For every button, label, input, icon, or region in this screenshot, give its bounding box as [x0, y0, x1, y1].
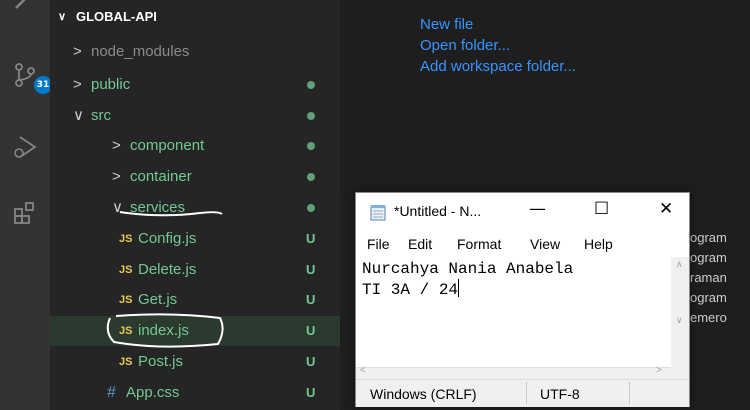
add-workspace-folder-link[interactable]: Add workspace folder... [420, 56, 576, 77]
open-folder-link[interactable]: Open folder... [420, 35, 576, 56]
scroll-left-icon[interactable]: < [360, 365, 366, 376]
text-line: TI 3A / 24 [362, 281, 459, 299]
tree-item-label: container [130, 168, 192, 185]
chevron-right-icon: > [112, 168, 121, 185]
activity-bar: 31 [0, 0, 52, 410]
tree-item-post-js[interactable]: JS Post.js U [50, 347, 340, 377]
tree-item-label: services [130, 199, 186, 216]
untracked-status: U [306, 354, 316, 369]
maximize-button[interactable]: ☐ [594, 199, 609, 219]
modified-indicator [307, 142, 315, 150]
welcome-start-links: New file Open folder... Add workspace fo… [420, 14, 576, 77]
menu-help[interactable]: Help [584, 236, 613, 252]
run-debug-icon[interactable] [12, 134, 38, 160]
js-file-icon: JS [119, 264, 133, 276]
scroll-up-icon[interactable]: ∧ [676, 259, 683, 270]
js-file-icon: JS [119, 325, 133, 337]
chevron-right-icon: > [112, 137, 121, 154]
notepad-app-icon [370, 205, 386, 221]
status-divider [526, 382, 527, 404]
menu-format[interactable]: Format [457, 236, 501, 252]
text-line-with-caret: TI 3A / 24 [362, 279, 460, 300]
menu-view[interactable]: View [530, 236, 560, 252]
modified-indicator [307, 112, 315, 120]
tree-item-index-js[interactable]: JS index.js U [50, 316, 340, 346]
notepad-text-area[interactable]: Nurcahya Nania Anabela TI 3A / 24 [356, 257, 671, 367]
tree-item-src[interactable]: ∨ src [50, 101, 340, 131]
untracked-status: U [306, 262, 316, 277]
line-ending-status: Windows (CRLF) [370, 386, 477, 402]
new-file-link[interactable]: New file [420, 14, 576, 35]
css-file-icon: # [107, 384, 116, 401]
tree-item-label: Config.js [138, 230, 197, 247]
status-divider [629, 382, 630, 404]
menu-file[interactable]: File [367, 236, 390, 252]
background-text-line: raman [690, 270, 727, 285]
minimize-button[interactable]: — [529, 199, 546, 219]
tree-item-label: Get.js [138, 291, 178, 308]
notepad-title: *Untitled - N... [394, 203, 482, 219]
tree-item-get-js[interactable]: JS Get.js U [50, 285, 340, 315]
close-button[interactable]: ✕ [659, 199, 673, 219]
js-file-icon: JS [119, 294, 133, 306]
menu-edit[interactable]: Edit [408, 236, 432, 252]
scroll-right-icon[interactable]: > [656, 365, 662, 376]
tree-item-container[interactable]: > container [50, 162, 340, 192]
notepad-menu-bar: File Edit Format View Help [356, 231, 689, 257]
chevron-down-icon: ∨ [112, 199, 123, 216]
notepad-title-bar[interactable]: *Untitled - N... — ☐ ✕ [356, 193, 689, 231]
tree-item-label: component [130, 137, 205, 154]
workspace-folder-name: GLOBAL-API [76, 9, 157, 24]
tree-item-delete-js[interactable]: JS Delete.js U [50, 255, 340, 285]
background-text-line: ogram [690, 250, 727, 265]
workspace-folder-header[interactable]: ∨ GLOBAL-API [58, 6, 157, 28]
untracked-status: U [306, 292, 316, 307]
text-line: Nurcahya Nania Anabela [362, 260, 574, 278]
search-icon[interactable] [12, 0, 38, 20]
modified-indicator [307, 204, 315, 212]
encoding-status: UTF-8 [540, 386, 580, 402]
background-editor-text: ogram ogram raman ogram emero [690, 228, 727, 328]
notepad-window: *Untitled - N... — ☐ ✕ File Edit Format … [355, 192, 690, 407]
js-file-icon: JS [119, 233, 133, 245]
tree-item-config-js[interactable]: JS Config.js U [50, 224, 340, 254]
extensions-icon[interactable] [12, 200, 38, 226]
modified-indicator [307, 173, 315, 181]
js-file-icon: JS [119, 356, 133, 368]
tree-item-label: Delete.js [138, 261, 197, 278]
tree-item-label: src [91, 107, 111, 124]
notepad-status-bar: Windows (CRLF) UTF-8 [356, 379, 689, 407]
chevron-right-icon: > [73, 76, 82, 93]
tree-item-label: public [91, 76, 131, 93]
chevron-right-icon: > [73, 43, 82, 60]
background-text-line: ogram [690, 290, 727, 305]
explorer-sidebar: ∨ GLOBAL-API > node_modules > public ∨ s… [50, 0, 340, 410]
text-caret [458, 279, 460, 297]
tree-item-app-css[interactable]: # App.css U [50, 378, 340, 408]
tree-item-services[interactable]: ∨ services [50, 193, 340, 223]
background-text-line: ogram [690, 230, 727, 245]
tree-item-label: Post.js [138, 353, 184, 370]
tree-item-public[interactable]: > public [50, 70, 340, 100]
scroll-down-icon[interactable]: ∨ [676, 315, 683, 326]
chevron-down-icon: ∨ [58, 11, 67, 23]
vertical-scrollbar[interactable]: ∧ ∨ [671, 257, 689, 367]
untracked-status: U [306, 323, 316, 338]
tree-item-label: App.css [126, 384, 180, 401]
modified-indicator [307, 81, 315, 89]
background-text-line: emero [690, 310, 727, 325]
tree-item-label: index.js [138, 322, 189, 339]
tree-item-component[interactable]: > component [50, 131, 340, 161]
tree-item-label: node_modules [91, 43, 190, 60]
chevron-down-icon: ∨ [73, 107, 84, 124]
untracked-status: U [306, 231, 316, 246]
tree-item-node-modules[interactable]: > node_modules [50, 37, 340, 67]
untracked-status: U [306, 385, 316, 400]
